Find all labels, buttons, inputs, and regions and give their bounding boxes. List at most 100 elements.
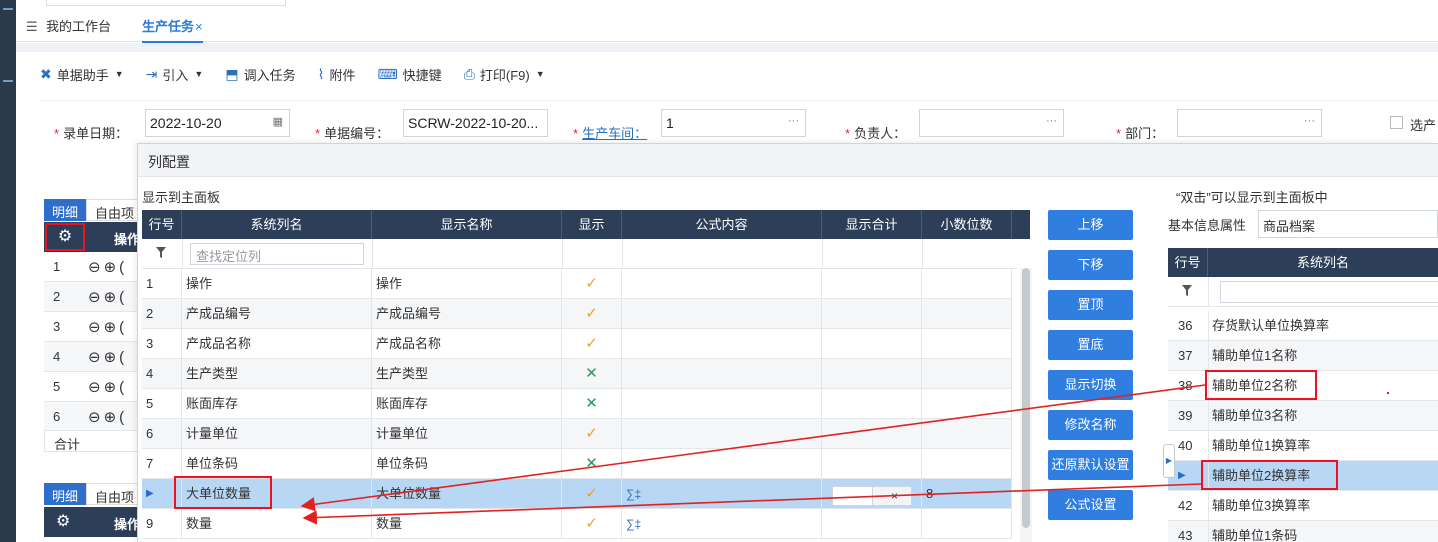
move-top-button[interactable]: 置顶	[1048, 290, 1133, 320]
call-task-button[interactable]: ⬒ 调入任务	[225, 65, 295, 84]
rename-button[interactable]: 修改名称	[1048, 410, 1133, 440]
print-button[interactable]: ⎙ 打印(F9) ▼	[464, 65, 545, 84]
cell-rowno: 43	[1178, 528, 1193, 542]
cell-decimals	[922, 389, 1012, 419]
doc-no-label: * 单据编号：	[315, 126, 390, 141]
check-icon[interactable]: ✓	[585, 335, 598, 352]
row-ops[interactable]: ⊖⊕(	[88, 408, 127, 426]
row-ops[interactable]: ⊖⊕(	[88, 258, 127, 276]
entry-date-label: * 录单日期：	[54, 126, 129, 141]
tab-detail-2[interactable]: 明细	[44, 483, 87, 505]
list-item[interactable]: 40 辅助单位1换算率	[1168, 431, 1438, 461]
gear-icon[interactable]: ⚙	[45, 223, 85, 251]
check-icon[interactable]: ✓	[585, 425, 598, 442]
cell-rowno: 37	[1178, 348, 1193, 363]
cell-showsum	[822, 359, 922, 389]
more-icon[interactable]: ···	[1304, 115, 1315, 127]
cross-icon[interactable]: ✕	[585, 365, 598, 382]
cross-icon[interactable]: ✕	[585, 455, 598, 472]
sum-select[interactable]: ×	[832, 486, 912, 506]
entry-date-field[interactable]: 2022-10-20 ▦	[145, 109, 290, 137]
tab-workbench[interactable]: ☰ 我的工作台	[26, 16, 111, 35]
row-ops[interactable]: ⊖⊕(	[88, 318, 127, 336]
table-row[interactable]: 4 生产类型 生产类型 ✕	[142, 359, 1012, 389]
tab-close-icon[interactable]: ×	[195, 19, 203, 34]
table-row[interactable]: 5 ⊖⊕(	[44, 372, 144, 402]
table-row[interactable]: 1 操作 操作 ✓	[142, 269, 1012, 299]
check-icon[interactable]: ✓	[585, 305, 598, 322]
cell-disp: 大单位数量	[372, 479, 562, 509]
toggle-display-button[interactable]: 显示切换	[1048, 370, 1133, 400]
owner-field[interactable]: ···	[919, 109, 1064, 137]
select-checkbox[interactable]	[1390, 116, 1403, 129]
table-row[interactable]: 1 ⊖⊕(	[44, 252, 144, 282]
shortcuts-button[interactable]: ⌨ 快捷键	[377, 65, 441, 84]
attachment-button[interactable]: ⌇ 附件	[318, 65, 356, 84]
doc-no-field[interactable]: SCRW-2022-10-20...	[403, 109, 548, 137]
gear-icon[interactable]: ⚙	[56, 511, 70, 531]
toolbar: ✖ 单据助手 ▼ ⇥ 引入 ▼ ⬒ 调入任务 ⌇ 附件 ⌨ 快捷键 ⎙ 打印(F9) ▼	[40, 52, 1438, 96]
check-icon[interactable]: ✓	[585, 515, 598, 532]
more-icon[interactable]: ···	[1046, 115, 1057, 127]
cell-sys: 产成品名称	[182, 329, 372, 359]
list-item[interactable]: 37 辅助单位1名称	[1168, 341, 1438, 371]
table-row[interactable]: 6 ⊖⊕(	[44, 402, 144, 432]
cell-formula	[622, 329, 822, 359]
row-ops[interactable]: ⊖⊕(	[88, 348, 127, 366]
table-row[interactable]: 2 ⊖⊕(	[44, 282, 144, 312]
list-item[interactable]: 42 辅助单位3换算率	[1168, 491, 1438, 521]
col-decimals: 小数位数	[922, 210, 1012, 239]
formula-icon[interactable]: ∑‡	[626, 517, 641, 531]
cell-show: ✕	[562, 359, 622, 389]
tab-production-task[interactable]: 生产任务×	[142, 16, 203, 43]
table-row[interactable]: 4 ⊖⊕(	[44, 342, 144, 372]
list-item[interactable]: 36 存货默认单位换算率	[1168, 311, 1438, 341]
grid-scrollbar[interactable]	[1020, 268, 1032, 542]
tab-detail[interactable]: 明细	[44, 199, 87, 221]
table-row[interactable]: 3 产成品名称 产成品名称 ✓	[142, 329, 1012, 359]
cell-disp: 账面库存	[372, 389, 562, 419]
table-row[interactable]: 5 账面库存 账面库存 ✕	[142, 389, 1012, 419]
cell-sys: 生产类型	[182, 359, 372, 389]
tab-production-task-label: 生产任务	[142, 19, 195, 34]
cell-no: 2	[142, 299, 182, 329]
table-row[interactable]: 6 计量单位 计量单位 ✓	[142, 419, 1012, 449]
tab-free-item[interactable]: 自由项	[86, 199, 144, 221]
workshop-field[interactable]: 1 ···	[661, 109, 806, 137]
move-bottom-button[interactable]: 置底	[1048, 330, 1133, 360]
check-icon[interactable]: ✓	[585, 485, 598, 502]
doc-assistant-button[interactable]: ✖ 单据助手 ▼	[40, 65, 124, 84]
table-row[interactable]: 7 单位条码 单位条码 ✕	[142, 449, 1012, 479]
funnel-icon[interactable]	[1182, 285, 1192, 297]
column-search-input[interactable]: 查找定位列	[190, 243, 364, 265]
tab-free-item-2[interactable]: 自由项	[86, 483, 144, 505]
cell-disp: 操作	[372, 269, 562, 299]
attr-select[interactable]: 商品档案	[1258, 210, 1438, 238]
config-grid-header: 行号 系统列名 显示名称 显示 公式内容 显示合计 小数位数	[142, 210, 1030, 239]
table-row[interactable]: 3 ⊖⊕(	[44, 312, 144, 342]
list-item[interactable]: 39 辅助单位3名称	[1168, 401, 1438, 431]
formula-icon[interactable]: ∑‡	[626, 487, 641, 501]
clear-icon[interactable]: ×	[891, 489, 898, 503]
row-ops[interactable]: ⊖⊕(	[88, 288, 127, 306]
funnel-icon[interactable]	[156, 247, 166, 259]
move-down-button[interactable]: 下移	[1048, 250, 1133, 280]
check-icon[interactable]: ✓	[585, 275, 598, 292]
col-sysname: 系统列名	[182, 210, 372, 239]
dept-field[interactable]: ···	[1177, 109, 1322, 137]
calendar-icon[interactable]: ▦	[273, 115, 283, 128]
import-button[interactable]: ⇥ 引入 ▼	[146, 65, 204, 84]
list-item[interactable]: 43 辅助单位1条码	[1168, 521, 1438, 542]
formula-settings-button[interactable]: 公式设置	[1048, 490, 1133, 520]
table-row[interactable]: 9 数量 数量 ✓ ∑‡	[142, 509, 1012, 539]
collapse-toggle-icon[interactable]: ▶	[1163, 444, 1175, 478]
scrollbar-thumb[interactable]	[1022, 268, 1030, 528]
cross-icon[interactable]: ✕	[585, 395, 598, 412]
row-ops[interactable]: ⊖⊕(	[88, 378, 127, 396]
table-row[interactable]: 2 产成品编号 产成品编号 ✓	[142, 299, 1012, 329]
move-up-button[interactable]: 上移	[1048, 210, 1133, 240]
more-icon[interactable]: ···	[788, 115, 799, 127]
right-search-input[interactable]	[1220, 281, 1438, 303]
restore-default-button[interactable]: 还原默认设置	[1048, 450, 1133, 480]
cell-showsum	[822, 299, 922, 329]
